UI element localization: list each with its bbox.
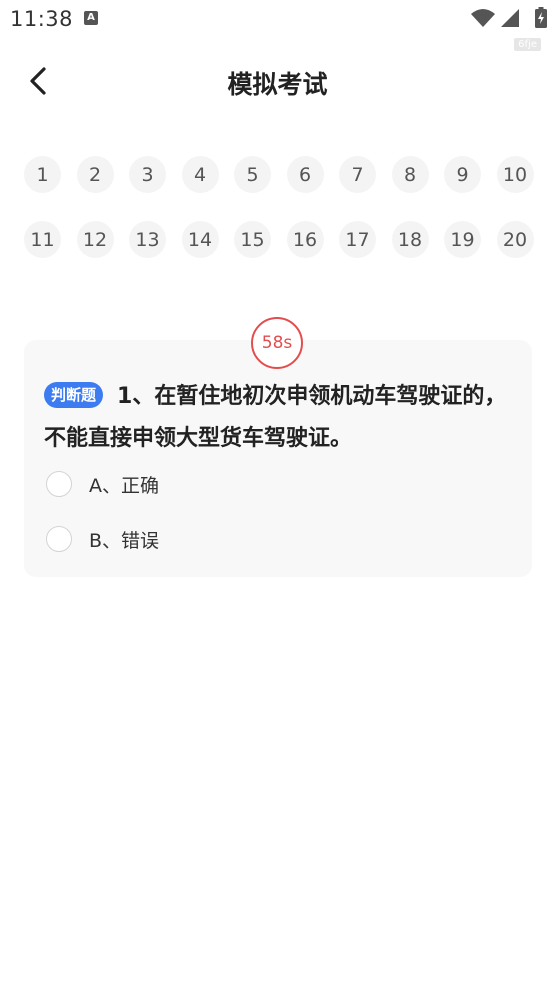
question-nav-item-9[interactable]: 9 (444, 156, 481, 193)
question-nav-item-5[interactable]: 5 (234, 156, 271, 193)
question-nav-item-16[interactable]: 16 (286, 221, 324, 258)
question-nav-item-6[interactable]: 6 (286, 156, 324, 193)
option-b-label: B、错误 (89, 529, 160, 552)
question-nav-item-19[interactable]: 19 (444, 221, 481, 258)
question-nav-item-4[interactable]: 4 (181, 156, 219, 193)
question-nav-item-15[interactable]: 15 (234, 221, 271, 258)
wifi-icon (471, 9, 495, 27)
question-nav-item-14[interactable]: 14 (181, 221, 219, 258)
question-nav-item-1[interactable]: 1 (24, 156, 61, 193)
question-nav-item-2[interactable]: 2 (76, 156, 114, 193)
question-text: 1、在暂住地初次申领机动车驾驶证的，不能直接申领大型货车驾驶证。 (44, 384, 507, 451)
question-nav-item-18[interactable]: 18 (391, 221, 429, 258)
notification-icon: A (84, 11, 98, 25)
question-nav-item-3[interactable]: 3 (129, 156, 166, 193)
question-type-tag: 判断题 (44, 382, 104, 408)
header: 模拟考试 (0, 55, 555, 107)
page-title: 模拟考试 (227, 70, 328, 99)
question-nav-item-13[interactable]: 13 (129, 221, 166, 258)
status-bar: 11:38 A (0, 0, 555, 36)
option-a-label: A、正确 (89, 474, 159, 497)
question-nav: 1 2 3 4 5 6 7 8 9 10 11 12 13 14 15 16 1… (24, 156, 534, 258)
question-nav-item-12[interactable]: 12 (76, 221, 114, 258)
status-time: 11:38 (10, 7, 74, 31)
question-nav-item-20[interactable]: 20 (496, 221, 534, 258)
question-nav-item-10[interactable]: 10 (496, 156, 534, 193)
signal-icon (501, 9, 519, 27)
question-nav-item-7[interactable]: 7 (339, 156, 376, 193)
question-nav-item-11[interactable]: 11 (24, 221, 61, 258)
option-b[interactable]: B、错误 (46, 525, 159, 553)
option-b-radio[interactable] (46, 526, 72, 552)
question-nav-item-8[interactable]: 8 (391, 156, 429, 193)
countdown-timer: 58s (251, 317, 303, 369)
question-card: 判断题 1、在暂住地初次申领机动车驾驶证的，不能直接申领大型货车驾驶证。 A、正确… (24, 340, 532, 577)
battery-charging-icon (535, 7, 547, 28)
question-nav-item-17[interactable]: 17 (339, 221, 376, 258)
option-a-radio[interactable] (46, 471, 72, 497)
option-a[interactable]: A、正确 (46, 470, 159, 498)
watermark-label: 6fje (514, 38, 541, 51)
